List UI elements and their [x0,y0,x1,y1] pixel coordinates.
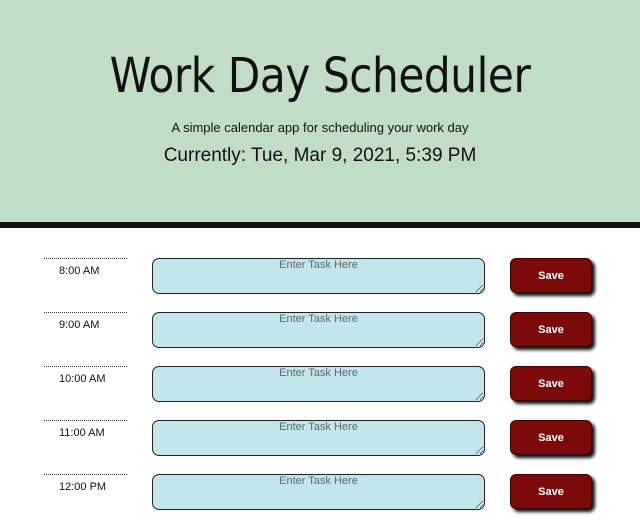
current-datetime: Currently: Tue, Mar 9, 2021, 5:39 PM [163,145,477,166]
time-block-8am: 8:00 AM Save [0,258,640,312]
save-button[interactable]: Save [510,258,592,293]
header-divider [0,222,640,228]
task-input[interactable] [152,258,485,294]
hour-label: 11:00 AM [44,420,127,460]
hour-label: 8:00 AM [44,258,127,298]
task-input[interactable] [152,420,485,456]
save-button[interactable]: Save [510,366,592,401]
time-block-10am: 10:00 AM Save [0,366,640,420]
task-input[interactable] [152,474,485,510]
hour-label: 12:00 PM [44,474,127,514]
save-button[interactable]: Save [510,474,592,509]
hour-label: 10:00 AM [44,366,127,406]
header: Work Day Scheduler A simple calendar app… [0,0,640,222]
save-button[interactable]: Save [510,420,592,455]
time-block-9am: 9:00 AM Save [0,312,640,366]
task-input[interactable] [152,366,485,402]
task-input[interactable] [152,312,485,348]
page-title: Work Day Scheduler [109,48,531,104]
time-block-11am: 11:00 AM Save [0,420,640,474]
page-subtitle: A simple calendar app for scheduling you… [171,120,469,135]
hour-label: 9:00 AM [44,312,127,352]
time-block-12pm: 12:00 PM Save [0,474,640,528]
save-button[interactable]: Save [510,312,592,347]
